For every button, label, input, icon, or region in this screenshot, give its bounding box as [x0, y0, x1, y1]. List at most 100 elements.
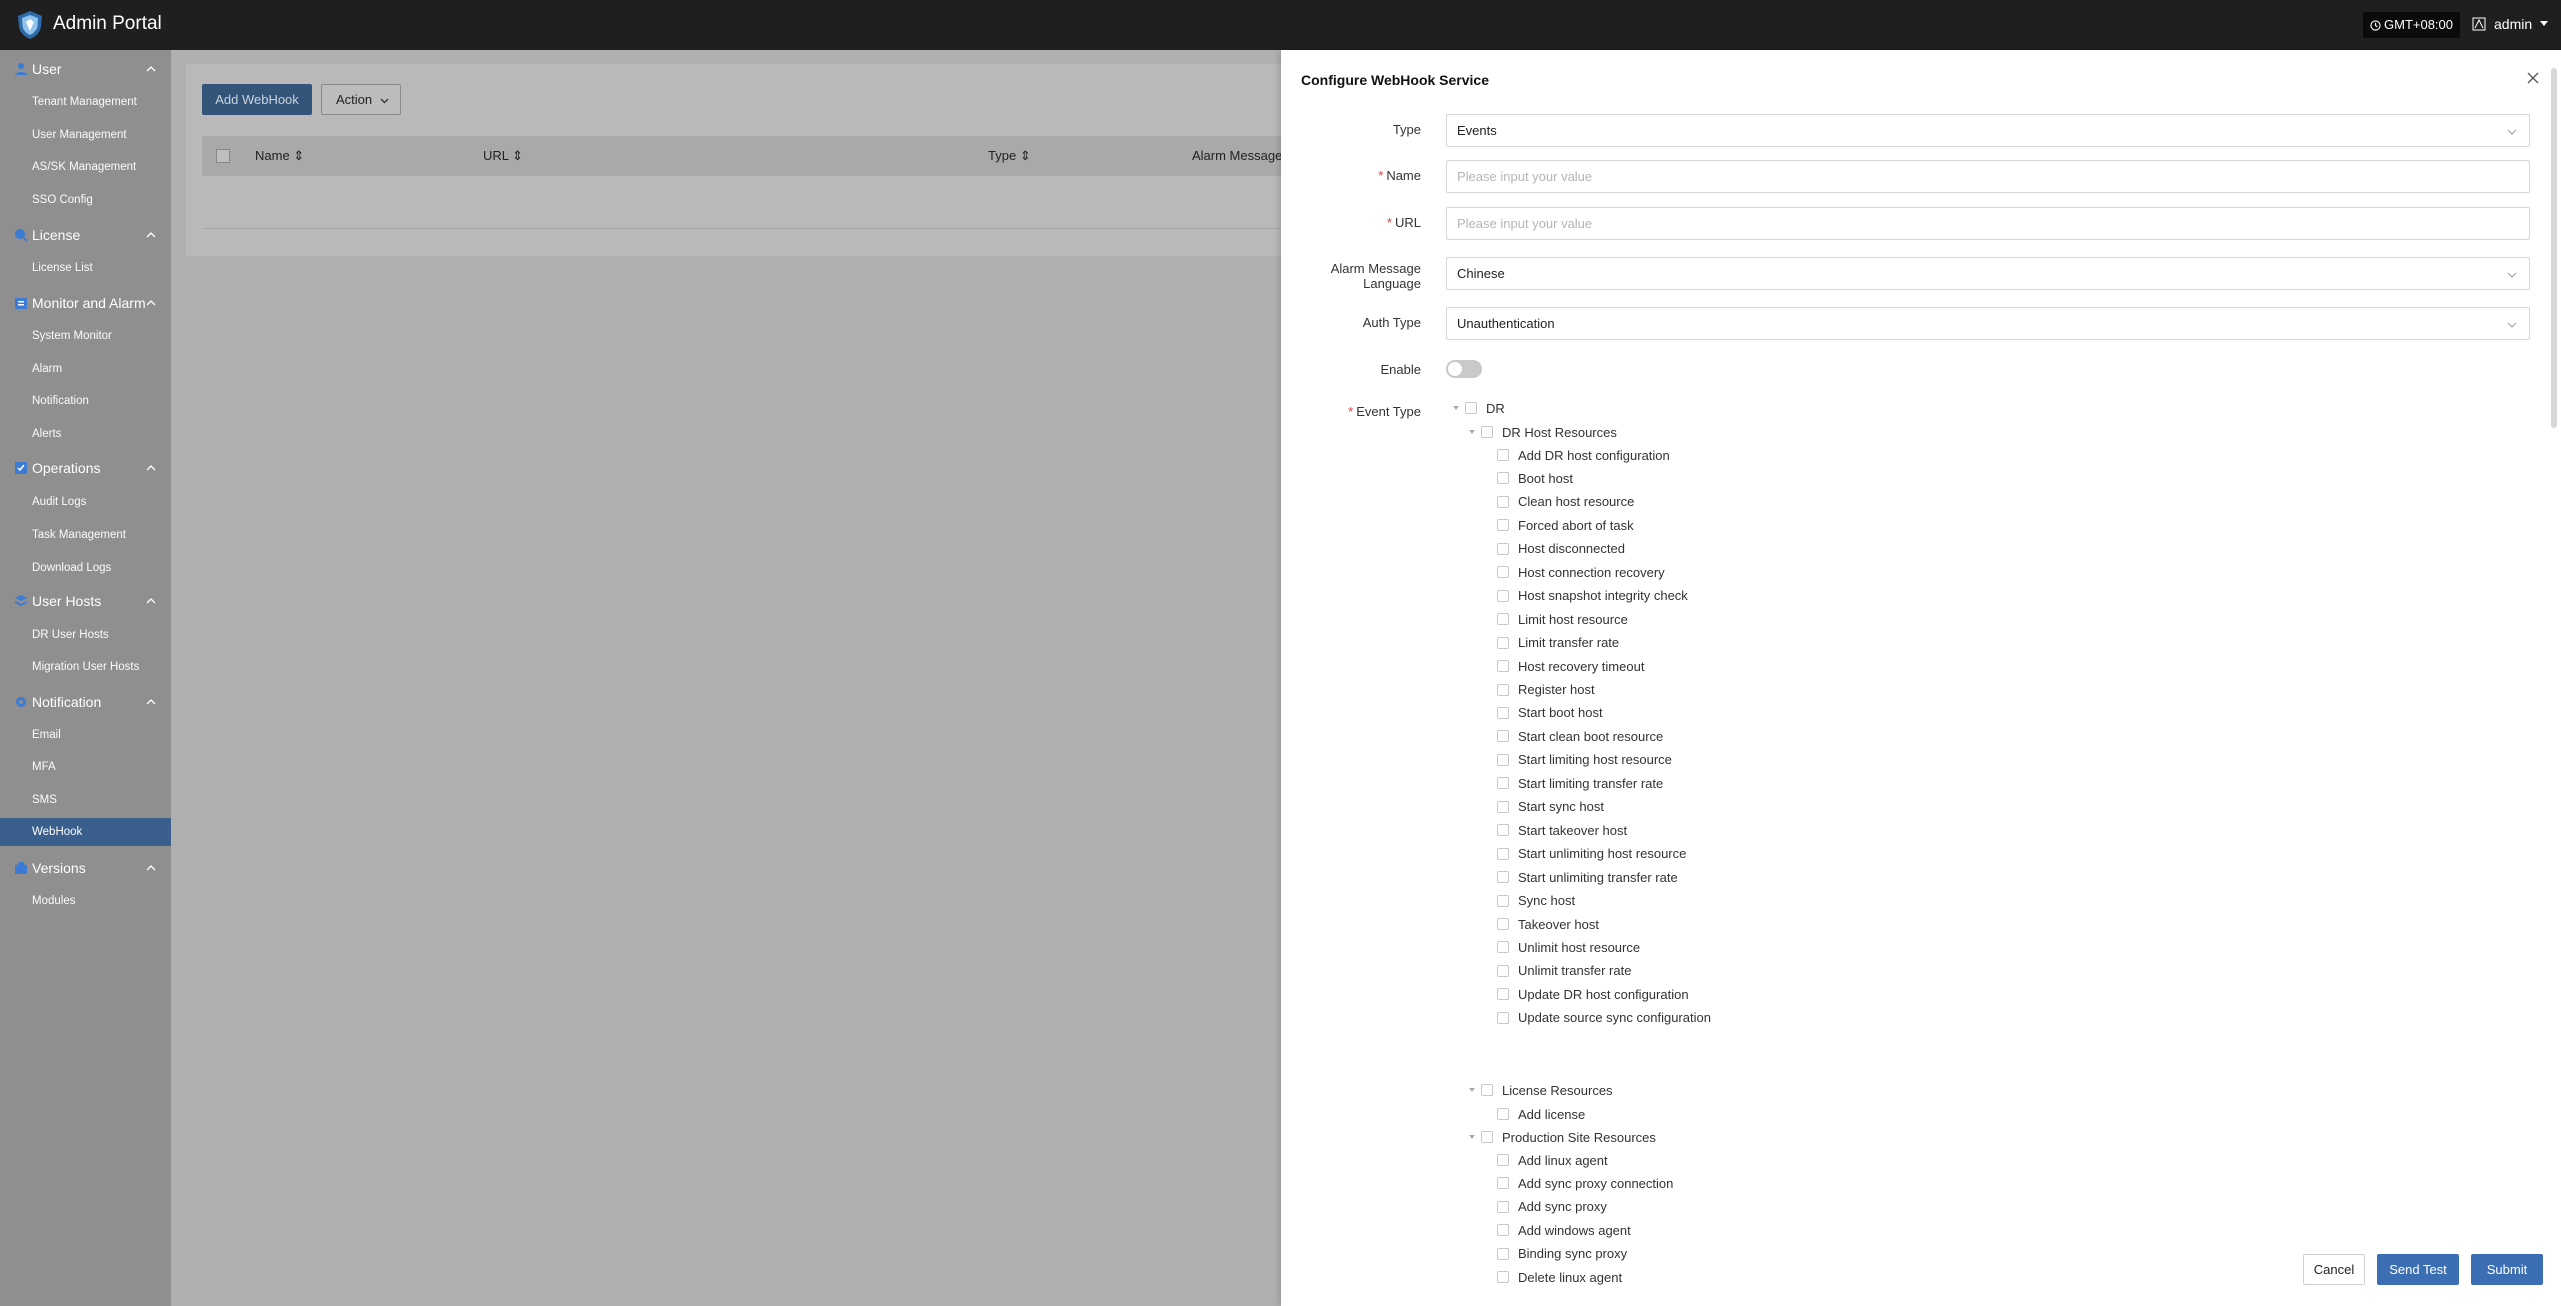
sidebar-item-modules[interactable]: Modules: [0, 887, 171, 915]
tree-checkbox[interactable]: [1497, 800, 1509, 813]
add-webhook-button[interactable]: Add WebHook: [202, 84, 312, 115]
name-input[interactable]: [1457, 169, 2529, 184]
tree-leaf[interactable]: Binding sync proxy: [1497, 1243, 1627, 1265]
tree-checkbox[interactable]: [1481, 1084, 1493, 1096]
tree-checkbox[interactable]: [1497, 613, 1509, 626]
sidebar-item-alarm[interactable]: Alarm: [0, 355, 171, 383]
sidebar-item-download-logs[interactable]: Download Logs: [0, 554, 171, 582]
action-dropdown-button[interactable]: Action: [321, 84, 401, 115]
tree-leaf[interactable]: Start takeover host: [1497, 819, 1627, 841]
tree-leaf[interactable]: Host recovery timeout: [1497, 655, 1644, 677]
tree-leaf[interactable]: Add DR host configuration: [1497, 444, 1670, 466]
tree-checkbox[interactable]: [1481, 1131, 1493, 1143]
tree-checkbox[interactable]: [1497, 730, 1509, 743]
sidebar-item-user-management[interactable]: User Management: [0, 121, 171, 149]
sidebar-item-mfa[interactable]: MFA: [0, 753, 171, 781]
tree-leaf[interactable]: Unlimit transfer rate: [1497, 960, 1631, 982]
select-all-checkbox[interactable]: [216, 149, 230, 163]
tree-checkbox[interactable]: [1481, 426, 1493, 438]
sidebar-item-audit-logs[interactable]: Audit Logs: [0, 488, 171, 516]
sidebar-group-operations[interactable]: Operations: [0, 453, 171, 483]
sidebar-group-notification[interactable]: Notification: [0, 687, 171, 717]
caret-down-icon[interactable]: [1467, 1132, 1477, 1142]
tree-node-dr-host-resources[interactable]: DR Host Resources: [1467, 421, 1617, 443]
tree-checkbox[interactable]: [1497, 566, 1509, 579]
tree-checkbox[interactable]: [1497, 918, 1509, 930]
sidebar-item-sms[interactable]: SMS: [0, 786, 171, 814]
tree-checkbox[interactable]: [1465, 402, 1477, 414]
tree-leaf[interactable]: Update DR host configuration: [1497, 983, 1689, 1005]
tree-leaf[interactable]: Start boot host: [1497, 702, 1603, 724]
sidebar-group-license[interactable]: License: [0, 220, 171, 250]
submit-button[interactable]: Submit: [2471, 1254, 2543, 1285]
tree-leaf[interactable]: Add license: [1497, 1103, 1585, 1125]
tree-checkbox[interactable]: [1497, 941, 1509, 954]
tree-leaf[interactable]: Register host: [1497, 679, 1595, 701]
tree-leaf[interactable]: Start unlimiting host resource: [1497, 843, 1686, 865]
tree-checkbox[interactable]: [1497, 1177, 1509, 1190]
tree-checkbox[interactable]: [1497, 1200, 1509, 1213]
timezone-badge[interactable]: GMT+08:00: [2363, 12, 2461, 38]
close-icon[interactable]: [2525, 70, 2541, 86]
tree-leaf[interactable]: Host connection recovery: [1497, 561, 1665, 583]
tree-leaf[interactable]: Clean host resource: [1497, 491, 1634, 513]
tree-checkbox[interactable]: [1497, 894, 1509, 907]
tree-checkbox[interactable]: [1497, 777, 1509, 790]
tree-checkbox[interactable]: [1497, 683, 1509, 696]
tree-checkbox[interactable]: [1497, 824, 1509, 837]
tree-checkbox[interactable]: [1497, 871, 1509, 884]
sidebar-item-notification[interactable]: Notification: [0, 387, 171, 415]
sidebar-item-dr-user-hosts[interactable]: DR User Hosts: [0, 621, 171, 649]
sidebar-group-user-hosts[interactable]: User Hosts: [0, 586, 171, 616]
sidebar-group-versions[interactable]: Versions: [0, 853, 171, 883]
url-input-wrap[interactable]: [1446, 207, 2530, 240]
tree-checkbox[interactable]: [1497, 753, 1509, 766]
tree-checkbox[interactable]: [1497, 1224, 1509, 1237]
tree-leaf[interactable]: Add sync proxy connection: [1497, 1172, 1673, 1194]
tree-leaf[interactable]: Start limiting transfer rate: [1497, 772, 1663, 794]
url-input[interactable]: [1457, 216, 2529, 231]
tree-checkbox[interactable]: [1497, 1108, 1509, 1120]
sidebar-item-webhook[interactable]: WebHook: [0, 818, 171, 846]
tree-leaf[interactable]: Takeover host: [1497, 913, 1599, 935]
column-url[interactable]: URL ⇕: [483, 148, 523, 164]
tree-node-dr[interactable]: DR: [1451, 397, 1505, 419]
tree-checkbox[interactable]: [1497, 988, 1509, 1001]
enable-toggle[interactable]: [1446, 360, 1482, 378]
drawer-scrollbar[interactable]: [2551, 68, 2557, 428]
tree-checkbox[interactable]: [1497, 472, 1509, 485]
tree-leaf[interactable]: Boot host: [1497, 467, 1573, 489]
tree-leaf[interactable]: Limit host resource: [1497, 608, 1628, 630]
sidebar-item-alerts[interactable]: Alerts: [0, 420, 171, 448]
type-select[interactable]: Events: [1446, 114, 2530, 147]
tree-checkbox[interactable]: [1497, 1011, 1509, 1024]
name-input-wrap[interactable]: [1446, 160, 2530, 193]
sidebar-group-user[interactable]: User: [0, 54, 171, 84]
alarm-language-select[interactable]: Chinese: [1446, 257, 2530, 290]
tree-leaf[interactable]: Host snapshot integrity check: [1497, 585, 1688, 607]
user-menu[interactable]: admin: [2472, 16, 2549, 32]
sidebar-item-tenant-management[interactable]: Tenant Management: [0, 88, 171, 116]
tree-checkbox[interactable]: [1497, 519, 1509, 532]
sidebar-item-system-monitor[interactable]: System Monitor: [0, 322, 171, 350]
caret-down-icon[interactable]: [1467, 427, 1477, 437]
tree-leaf[interactable]: Delete linux agent: [1497, 1266, 1622, 1288]
tree-checkbox[interactable]: [1497, 964, 1509, 977]
sidebar-item-sso-config[interactable]: SSO Config: [0, 186, 171, 214]
tree-leaf[interactable]: Add windows agent: [1497, 1219, 1631, 1241]
sidebar-item-license-list[interactable]: License List: [0, 254, 171, 282]
tree-leaf[interactable]: Host disconnected: [1497, 538, 1625, 560]
tree-checkbox[interactable]: [1497, 636, 1509, 649]
tree-checkbox[interactable]: [1497, 449, 1509, 461]
tree-leaf[interactable]: Forced abort of task: [1497, 514, 1634, 536]
tree-leaf[interactable]: Start clean boot resource: [1497, 725, 1663, 747]
column-type[interactable]: Type ⇕: [988, 148, 1031, 164]
tree-leaf[interactable]: Limit transfer rate: [1497, 632, 1619, 654]
sidebar-item-migration-user-hosts[interactable]: Migration User Hosts: [0, 653, 171, 681]
tree-checkbox[interactable]: [1497, 1271, 1509, 1284]
tree-checkbox[interactable]: [1497, 542, 1509, 555]
tree-leaf[interactable]: Unlimit host resource: [1497, 936, 1640, 958]
tree-leaf[interactable]: Start unlimiting transfer rate: [1497, 866, 1678, 888]
tree-leaf[interactable]: Add sync proxy: [1497, 1196, 1607, 1218]
caret-down-icon[interactable]: [1451, 403, 1461, 413]
